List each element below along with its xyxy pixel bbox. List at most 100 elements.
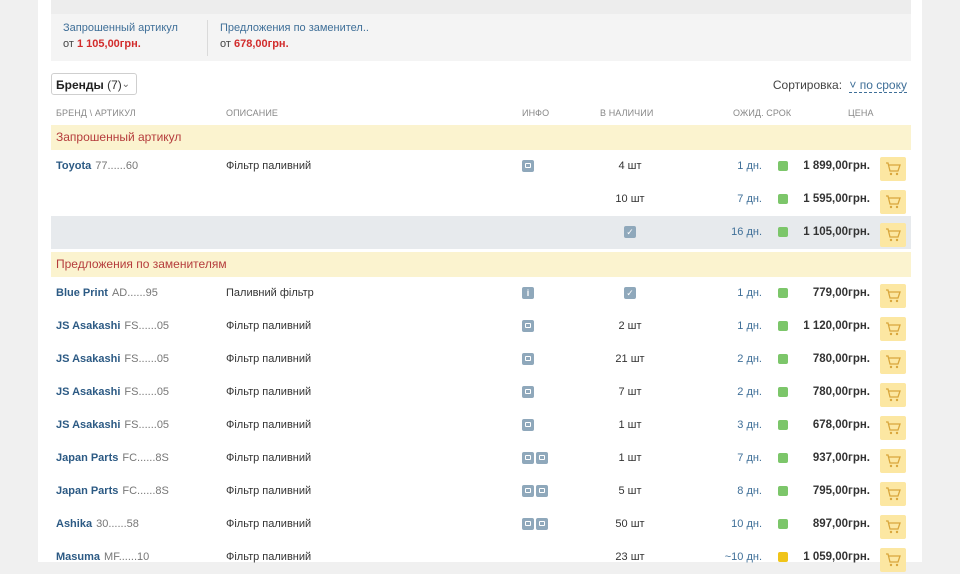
car-info-icon[interactable] — [522, 386, 534, 398]
brand-link[interactable]: Ashika — [56, 518, 92, 530]
car-info-icon[interactable] — [522, 518, 534, 530]
delivery-term: 2 дн. — [737, 353, 762, 365]
section-requested: Запрошенный артикул — [51, 125, 911, 150]
in-stock-check-icon: ✓ — [624, 226, 636, 238]
description: Фільтр паливний — [226, 160, 312, 172]
add-to-cart-button[interactable] — [880, 449, 906, 473]
price-value: 780,00 — [812, 353, 849, 365]
price-value: 1 105,00 — [803, 226, 849, 238]
price: 1 595,00грн. — [780, 183, 870, 216]
add-to-cart-button[interactable] — [880, 157, 906, 181]
price: 1 899,00грн. — [780, 150, 870, 183]
sort-link[interactable]: ˅ по сроку — [849, 78, 907, 93]
table-row: 10 шт 7 дн. 1 595,00грн. — [51, 183, 911, 216]
col-term[interactable]: Ожид. срок — [733, 108, 791, 118]
table-row: Masuma MF......10 Фільтр паливний 23 шт ~10 … — [51, 541, 911, 574]
summary-panel: Запрошенный артикул от 1 105,00грн. Пред… — [51, 14, 911, 61]
brand-link[interactable]: Japan Parts — [56, 485, 118, 497]
price: 678,00грн. — [780, 409, 870, 442]
col-price[interactable]: Цена — [848, 108, 874, 118]
brand-cell: Japan Parts FC......8S — [56, 475, 169, 508]
table-row: Blue Print AD......95 Паливний фільтр i ✓ 1 д… — [51, 277, 911, 310]
description: Фільтр паливний — [226, 518, 312, 530]
car-info-icon[interactable] — [522, 320, 534, 332]
top-bar — [51, 0, 911, 15]
brand-link[interactable]: Toyota — [56, 160, 91, 172]
section-substitutes: Предложения по заменителям — [51, 252, 911, 277]
brand-link[interactable]: JS Asakashi — [56, 320, 120, 332]
delivery-term: 8 дн. — [737, 485, 762, 497]
delivery-term: 10 дн. — [731, 518, 762, 530]
article-number: FS......05 — [124, 419, 170, 431]
article-number: MF......10 — [104, 551, 150, 563]
table-row: Ashika 30......58 Фільтр паливний 50 шт 10 д… — [51, 508, 911, 541]
brand-cell: Blue Print AD......95 — [56, 277, 158, 310]
brand-cell: Toyota 77......60 — [56, 150, 138, 183]
brand-link[interactable]: JS Asakashi — [56, 419, 120, 431]
car-info-icon[interactable] — [522, 419, 534, 431]
brand-link[interactable]: JS Asakashi — [56, 386, 120, 398]
brand-cell: Ashika 30......58 — [56, 508, 139, 541]
delivery-term: 7 дн. — [737, 452, 762, 464]
price-value: 1 595,00 — [803, 193, 849, 205]
price: 795,00грн. — [780, 475, 870, 508]
info-icon[interactable]: i — [522, 287, 534, 299]
add-to-cart-button[interactable] — [880, 515, 906, 539]
price-currency: грн. — [848, 320, 870, 332]
add-to-cart-button[interactable] — [880, 317, 906, 341]
brand-cell: JS Asakashi FS......05 — [56, 376, 169, 409]
brand-link[interactable]: Japan Parts — [56, 452, 118, 464]
col-description: Описание — [226, 108, 279, 118]
stock-qty: 1 шт — [618, 452, 642, 464]
car-info-icon[interactable] — [522, 353, 534, 365]
car-info-icon[interactable] — [522, 160, 534, 172]
brand-link[interactable]: Masuma — [56, 551, 100, 563]
price-currency: грн. — [848, 452, 870, 464]
car-info-icon[interactable] — [522, 452, 534, 464]
car-info-icon[interactable] — [536, 485, 548, 497]
description: Фільтр паливний — [226, 386, 312, 398]
description: Фільтр паливний — [226, 452, 312, 464]
add-to-cart-button[interactable] — [880, 548, 906, 572]
table-row: Japan Parts FC......8S Фільтр паливний 1 шт… — [51, 442, 911, 475]
col-stock[interactable]: В наличии — [600, 108, 653, 118]
price-currency: грн. — [848, 193, 870, 205]
table-row: ✓ 16 дн. 1 105,00грн. — [51, 216, 911, 249]
table-row: JS Asakashi FS......05 Фільтр паливний 7 шт… — [51, 376, 911, 409]
brands-dropdown[interactable]: Бренды (7) ⌄ — [51, 73, 137, 95]
delivery-term: 1 дн. — [737, 320, 762, 332]
delivery-term: 7 дн. — [737, 193, 762, 205]
article-number: FC......8S — [122, 452, 169, 464]
car-info-icon[interactable] — [536, 518, 548, 530]
substitutes-summary[interactable]: Предложения по заменител.. от 678,00грн. — [208, 20, 370, 56]
add-to-cart-button[interactable] — [880, 284, 906, 308]
article-number: 30......58 — [96, 518, 139, 530]
price-value: 678,00 — [812, 419, 849, 431]
price-currency: грн. — [848, 386, 870, 398]
cart-icon — [885, 387, 901, 403]
add-to-cart-button[interactable] — [880, 190, 906, 214]
car-info-icon[interactable] — [536, 452, 548, 464]
add-to-cart-button[interactable] — [880, 416, 906, 440]
description: Фільтр паливний — [226, 551, 312, 563]
article-number: FC......8S — [122, 485, 169, 497]
add-to-cart-button[interactable] — [880, 482, 906, 506]
stock-qty: 4 шт — [618, 160, 642, 172]
add-to-cart-button[interactable] — [880, 383, 906, 407]
car-info-icon[interactable] — [522, 485, 534, 497]
brand-link[interactable]: Blue Print — [56, 287, 108, 299]
add-to-cart-button[interactable] — [880, 350, 906, 374]
price: 780,00грн. — [780, 343, 870, 376]
cart-icon — [885, 453, 901, 469]
requested-summary[interactable]: Запрошенный артикул от 1 105,00грн. — [51, 20, 203, 56]
col-brand[interactable]: Бренд \ Артикул — [56, 108, 136, 118]
col-info: Инфо — [522, 108, 550, 118]
brand-link[interactable]: JS Asakashi — [56, 353, 120, 365]
description: Паливний фільтр — [226, 287, 314, 299]
add-to-cart-button[interactable] — [880, 223, 906, 247]
price-currency: грн. — [848, 160, 870, 172]
price-value: 779,00 — [812, 287, 849, 299]
delivery-term: 3 дн. — [737, 419, 762, 431]
stock-qty: 23 шт — [615, 551, 645, 563]
price-value: 780,00 — [812, 386, 849, 398]
